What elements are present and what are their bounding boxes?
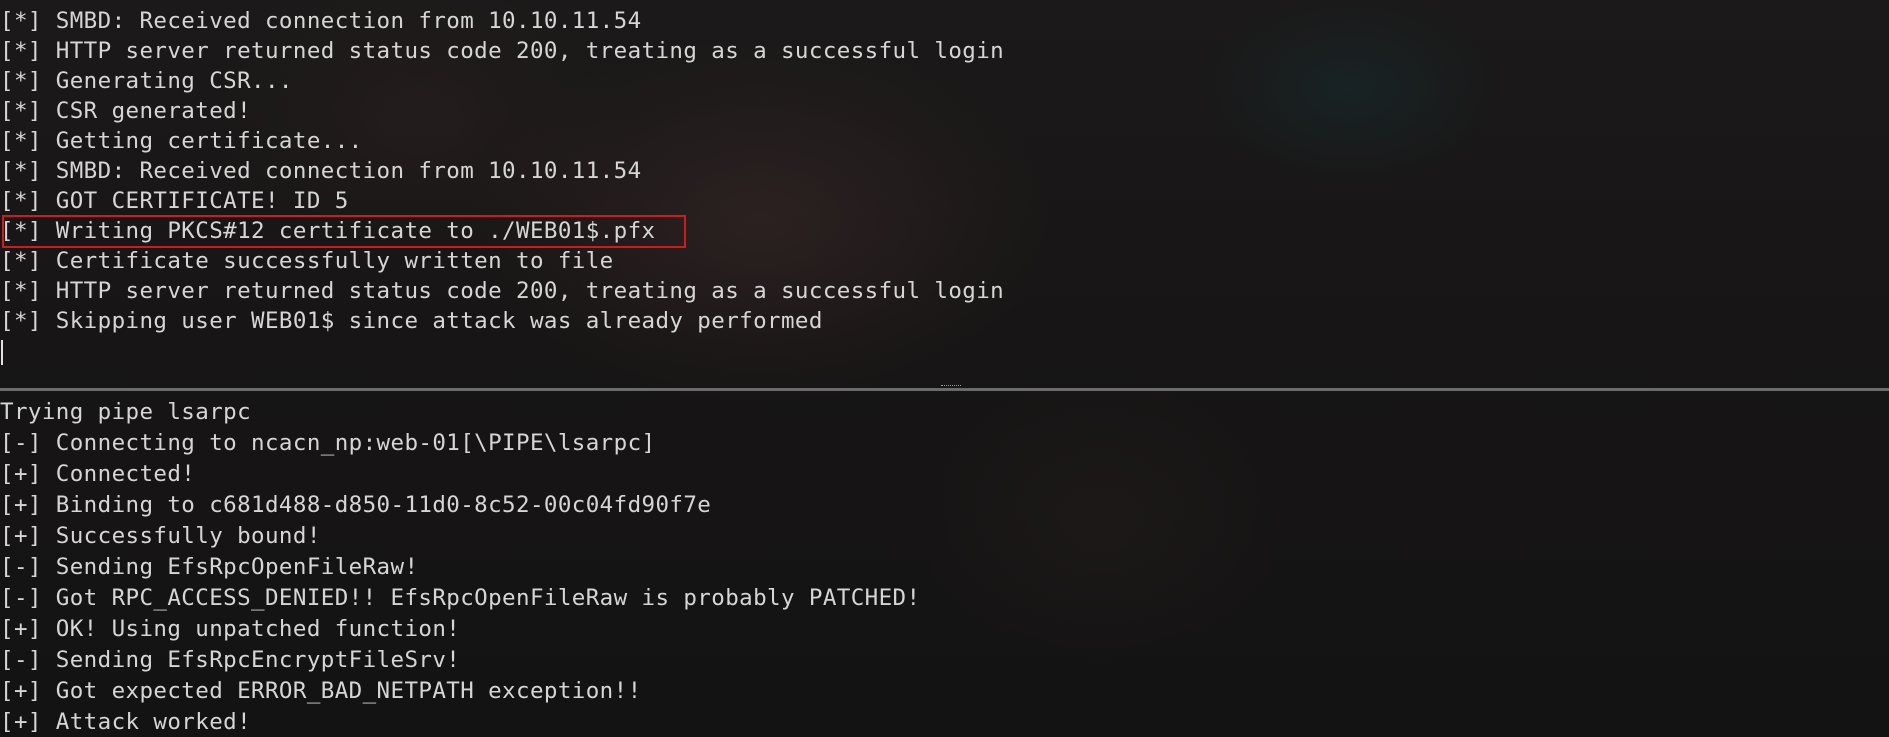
log-line: [*] Getting certificate... bbox=[0, 128, 363, 154]
log-line: [-] Sending EfsRpcEncryptFileSrv! bbox=[0, 647, 461, 673]
log-line: [*] Generating CSR... bbox=[0, 68, 293, 94]
log-line: [-] Sending EfsRpcOpenFileRaw! bbox=[0, 554, 419, 580]
log-line: [*] HTTP server returned status code 200… bbox=[0, 278, 1005, 304]
log-line: [*] SMBD: Received connection from 10.10… bbox=[0, 158, 642, 184]
log-line: [+] OK! Using unpatched function! bbox=[0, 616, 461, 642]
drag-handle-icon[interactable] bbox=[941, 385, 961, 388]
log-line: [+] Got expected ERROR_BAD_NETPATH excep… bbox=[0, 678, 642, 704]
log-line: Trying pipe lsarpc bbox=[0, 399, 252, 425]
terminal-pane-top[interactable]: [*] SMBD: Received connection from 10.10… bbox=[0, 0, 1889, 388]
text-cursor bbox=[1, 340, 3, 365]
log-line: [+] Binding to c681d488-d850-11d0-8c52-0… bbox=[0, 492, 712, 518]
pane-divider[interactable] bbox=[0, 388, 1889, 391]
log-line: [+] Successfully bound! bbox=[0, 523, 321, 549]
log-line: [*] SMBD: Received connection from 10.10… bbox=[0, 8, 642, 34]
log-line: [*] HTTP server returned status code 200… bbox=[0, 38, 1005, 64]
log-line: [-] Connecting to ncacn_np:web-01[\PIPE\… bbox=[0, 430, 656, 456]
log-line: [+] Attack worked! bbox=[0, 709, 252, 735]
highlight-annotation-box bbox=[2, 215, 686, 248]
log-line: [*] CSR generated! bbox=[0, 98, 252, 124]
log-line: [-] Got RPC_ACCESS_DENIED!! EfsRpcOpenFi… bbox=[0, 585, 921, 611]
log-line: [+] Connected! bbox=[0, 461, 196, 487]
log-line: [*] Skipping user WEB01$ since attack wa… bbox=[0, 308, 823, 334]
terminal-pane-bottom[interactable]: Trying pipe lsarpc [-] Connecting to nca… bbox=[0, 392, 1889, 737]
log-line: [*] Certificate successfully written to … bbox=[0, 248, 614, 274]
log-line: [*] GOT CERTIFICATE! ID 5 bbox=[0, 188, 349, 214]
terminal-window[interactable]: [*] SMBD: Received connection from 10.10… bbox=[0, 0, 1889, 737]
